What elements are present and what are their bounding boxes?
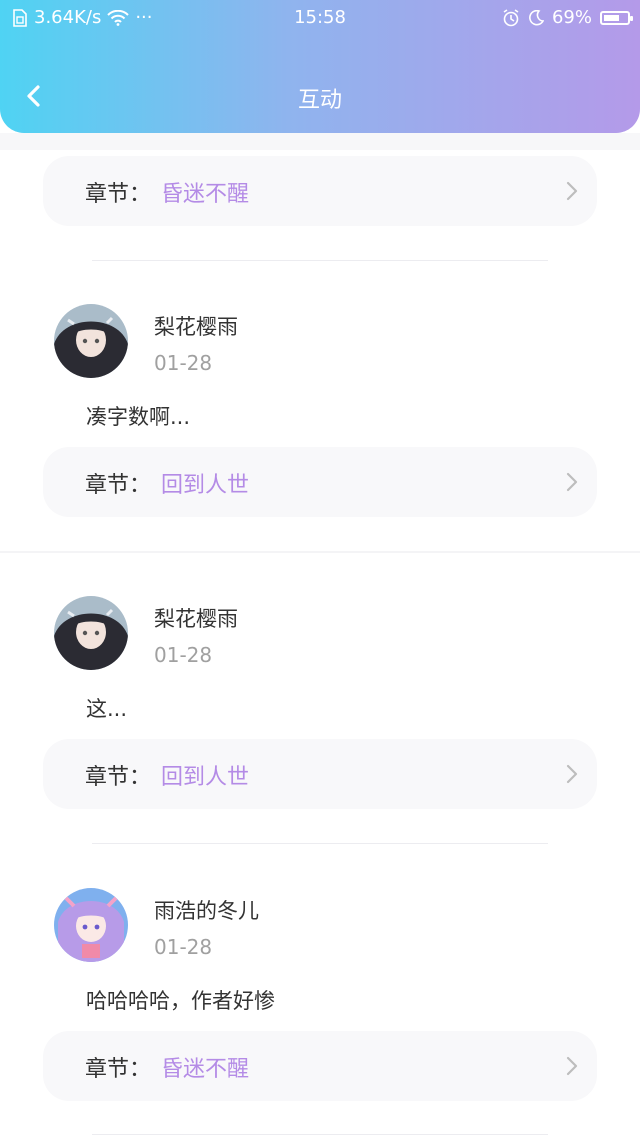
comment-date: 01-28 bbox=[154, 351, 213, 375]
username: 梨花樱雨 bbox=[154, 315, 238, 339]
chapter-name: 昏迷不醒 bbox=[161, 1057, 250, 1082]
chapter-link[interactable]: 章节： 回到人世 bbox=[43, 447, 597, 517]
header-gap bbox=[0, 133, 640, 150]
chevron-right-icon bbox=[566, 1056, 578, 1076]
moon-icon bbox=[529, 9, 544, 25]
avatar-girl-dark-hair-icon bbox=[54, 304, 128, 378]
chevron-right-icon bbox=[566, 472, 578, 492]
item-divider bbox=[92, 260, 548, 261]
item-divider bbox=[92, 1134, 548, 1135]
avatar-girl-purple-hair-icon bbox=[54, 888, 128, 962]
username: 雨浩的冬儿 bbox=[154, 899, 259, 923]
page-title: 互动 bbox=[297, 88, 342, 113]
avatar[interactable] bbox=[54, 304, 128, 378]
chapter-label: 章节： bbox=[85, 765, 152, 790]
comment-date: 01-28 bbox=[154, 935, 213, 959]
chapter-link[interactable]: 章节： 昏迷不醒 bbox=[43, 156, 597, 226]
battery-icon bbox=[600, 10, 633, 25]
status-right: 69% bbox=[502, 7, 633, 28]
header: 3.64K/s ··· 15:58 69% 互动 bbox=[0, 0, 640, 133]
chapter-name: 昏迷不醒 bbox=[161, 182, 250, 207]
chevron-right-icon bbox=[566, 764, 578, 784]
chapter-label: 章节： bbox=[85, 182, 152, 207]
alarm-icon bbox=[503, 8, 519, 26]
comment-text: 这... bbox=[86, 697, 128, 721]
status-bar: 3.64K/s ··· 15:58 69% bbox=[0, 0, 640, 36]
comment-date: 01-28 bbox=[154, 643, 213, 667]
chevron-right-icon bbox=[566, 181, 578, 201]
chapter-name: 回到人世 bbox=[161, 473, 250, 498]
nav-bar: 互动 bbox=[0, 60, 640, 132]
chapter-link[interactable]: 章节： 回到人世 bbox=[43, 739, 597, 809]
item-divider bbox=[92, 843, 548, 844]
avatar-girl-dark-hair-icon bbox=[54, 596, 128, 670]
chapter-name: 回到人世 bbox=[161, 765, 250, 790]
username: 梨花樱雨 bbox=[154, 607, 238, 631]
comment-text: 凑字数啊... bbox=[86, 405, 191, 429]
battery-level-fill bbox=[604, 14, 620, 21]
avatar[interactable] bbox=[54, 888, 128, 962]
item-divider bbox=[0, 551, 640, 553]
battery-percent: 69% bbox=[551, 7, 592, 28]
avatar[interactable] bbox=[54, 596, 128, 670]
chapter-label: 章节： bbox=[85, 473, 152, 498]
comment-text: 哈哈哈哈，作者好惨 bbox=[86, 989, 275, 1013]
chapter-link[interactable]: 章节： 昏迷不醒 bbox=[43, 1031, 597, 1101]
chapter-label: 章节： bbox=[85, 1057, 152, 1082]
